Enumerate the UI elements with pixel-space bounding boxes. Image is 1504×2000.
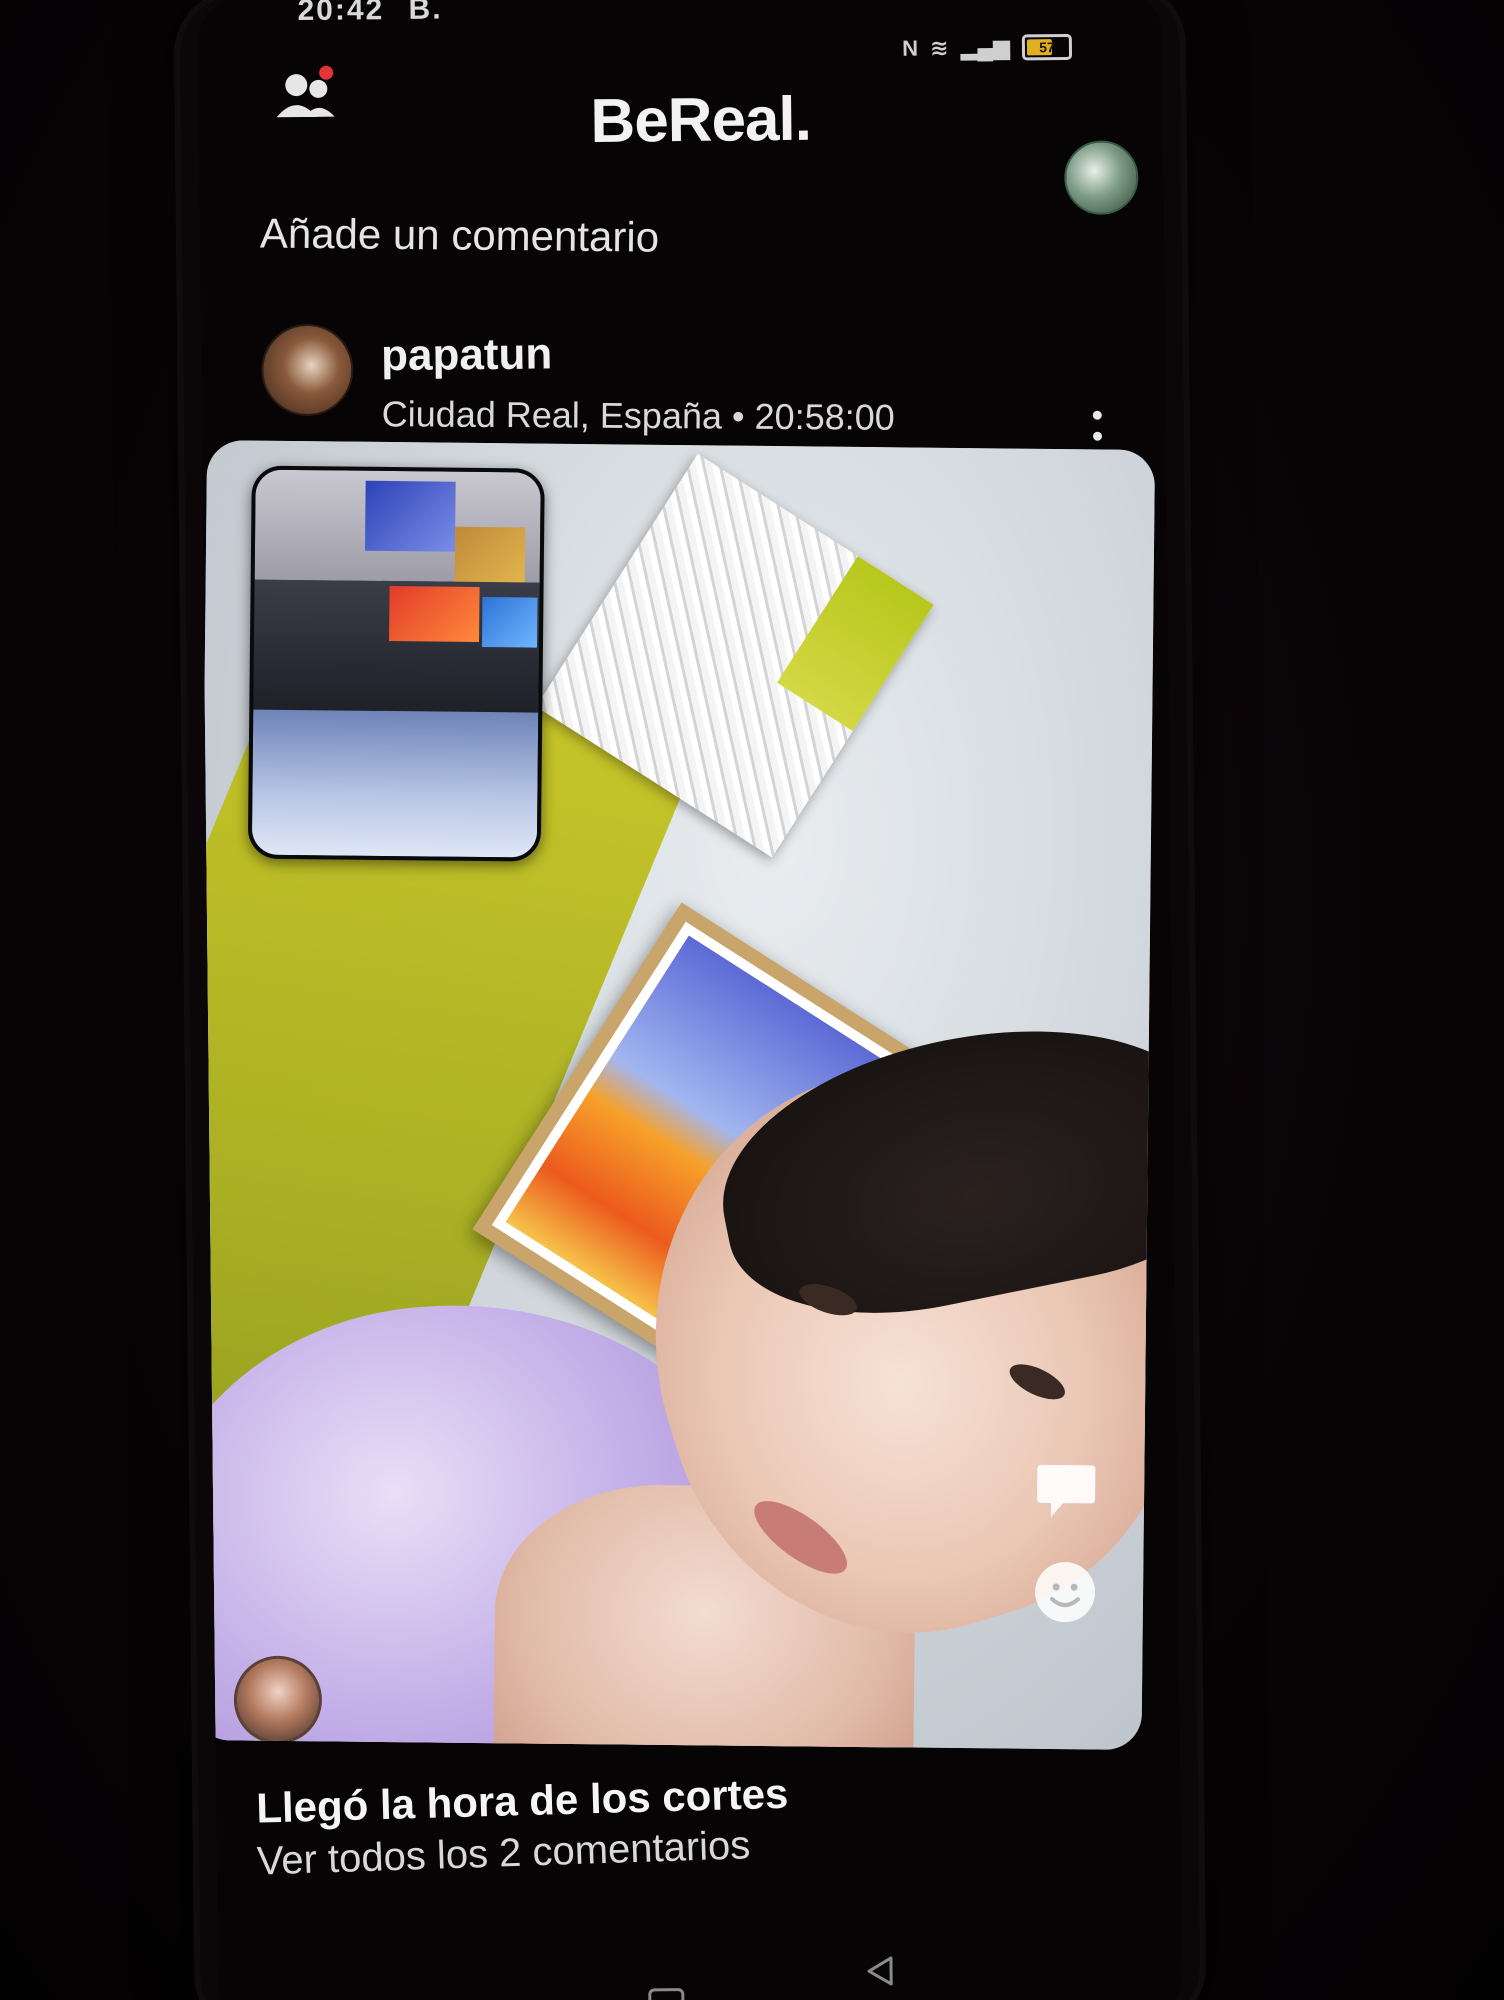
notification-dot: [319, 65, 334, 80]
system-nav-bar: [218, 1935, 1183, 2000]
screenshot-stage: 20:42 B. N ≋ ▂▄▆ 57 BeReal. Añade un com…: [0, 0, 1504, 2000]
front-camera-inset[interactable]: [247, 465, 545, 862]
post-username[interactable]: papatun: [381, 329, 553, 381]
inset-poster-gold: [454, 526, 526, 588]
status-notification-icons: B.: [408, 0, 443, 26]
signal-icon: ▂▄▆: [960, 34, 1011, 61]
more-dot: [1092, 431, 1102, 441]
vibrate-icon: ≋: [929, 35, 949, 61]
status-time: 20:42: [297, 0, 385, 28]
phone-screen: 20:42 B. N ≋ ▂▄▆ 57 BeReal. Añade un com…: [197, 0, 1183, 2000]
status-right: N ≋ ▂▄▆ 57: [902, 33, 1073, 62]
post-photo[interactable]: [197, 440, 1156, 1750]
battery-icon: 57: [1021, 33, 1073, 61]
post-caption: Llegó la hora de los cortes: [255, 1769, 789, 1832]
status-left: 20:42 B.: [297, 0, 442, 28]
post-author-avatar[interactable]: [260, 323, 354, 417]
post-time: 20:58:00: [754, 395, 895, 438]
home-icon[interactable]: [648, 1988, 685, 2000]
comment-bubble-icon: [1037, 1464, 1096, 1517]
add-comment-prompt[interactable]: Añade un comentario: [260, 209, 660, 261]
battery-level: 57: [1039, 39, 1055, 56]
reaction-avatar[interactable]: [233, 1655, 323, 1745]
comment-button[interactable]: [1033, 1459, 1100, 1526]
profile-avatar[interactable]: [1063, 140, 1139, 216]
inset-monitor-red: [389, 586, 480, 642]
nfc-icon: N: [902, 35, 919, 61]
inset-poster-blue: [364, 480, 456, 552]
inset-bed: [251, 709, 539, 858]
back-icon[interactable]: [863, 1954, 897, 1988]
phone-device: 20:42 B. N ≋ ▂▄▆ 57 BeReal. Añade un com…: [179, 0, 1201, 2000]
app-title: BeReal.: [590, 84, 812, 156]
smiley-icon: [1035, 1562, 1096, 1623]
view-all-comments-link[interactable]: Ver todos los 2 comentarios: [256, 1823, 751, 1884]
inset-monitor-blue: [481, 596, 538, 648]
more-vertical-icon: [1092, 410, 1102, 420]
meta-separator: •: [731, 395, 745, 437]
post-location: Ciudad Real, España: [381, 393, 723, 437]
react-button[interactable]: [1032, 1559, 1099, 1626]
post-meta: Ciudad Real, España • 20:58:00: [382, 393, 895, 439]
